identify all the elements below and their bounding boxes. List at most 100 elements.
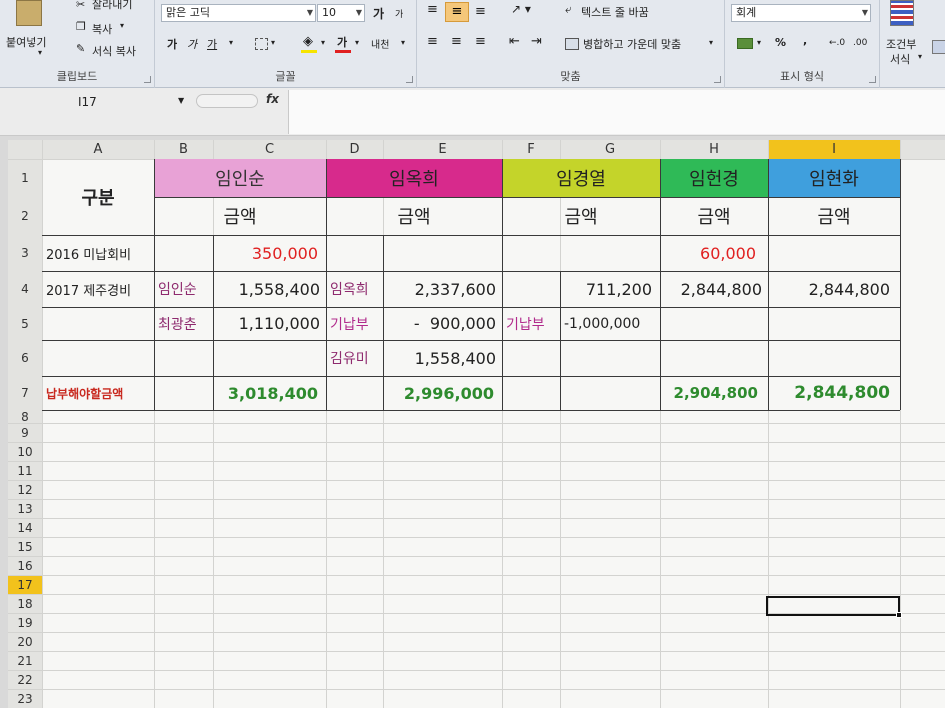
paste-icon[interactable] [16, 0, 42, 26]
cell-c3[interactable]: 350,000 [213, 235, 326, 271]
column-header-i[interactable]: I [768, 140, 900, 159]
column-header-b[interactable]: B [154, 140, 213, 159]
merge-center-button[interactable]: 병합하고 가운데 맞춤 [583, 36, 681, 52]
fill-handle[interactable] [896, 612, 902, 618]
scissors-icon[interactable]: ✂ [76, 0, 85, 11]
conditional-dropdown-icon[interactable]: ▾ [918, 52, 922, 61]
align-left-icon[interactable]: ≡ [427, 34, 438, 49]
row-header-22[interactable]: 22 [8, 670, 42, 689]
row-header-13[interactable]: 13 [8, 499, 42, 518]
conditional-format-button[interactable]: 조건부 [886, 36, 916, 52]
format-painter-button[interactable]: 서식 복사 [92, 43, 136, 59]
cell-a7[interactable]: 납부해야할금액 [42, 376, 154, 410]
cell-a4[interactable]: 2017 제주경비 [42, 271, 154, 307]
phonetic-button[interactable]: 내천 [371, 36, 389, 51]
formula-input[interactable] [288, 90, 945, 134]
align-top-icon[interactable]: ≡ [427, 2, 438, 17]
bold-button[interactable]: 가 [167, 36, 177, 52]
paste-dropdown-icon[interactable]: ▾ [38, 48, 42, 57]
fill-dropdown-icon[interactable]: ▾ [321, 38, 325, 47]
worksheet-grid[interactable]: A B C D E F G H I 1 2 3 4 5 6 7 8 9 10 1… [8, 140, 945, 708]
amount-header-p3[interactable]: 금액 [502, 197, 660, 235]
border-icon[interactable] [255, 38, 268, 50]
copy-dropdown-icon[interactable]: ▾ [120, 21, 124, 30]
cell-b4[interactable]: 임인순 [154, 271, 213, 307]
amount-header-p5[interactable]: 금액 [768, 197, 900, 235]
font-size-select[interactable]: 10 ▼ [317, 4, 365, 22]
cell-f5[interactable]: 기납부 [502, 307, 560, 340]
cell-c4[interactable]: 1,558,400 [213, 271, 326, 307]
decrease-indent-icon[interactable]: ⇤ [509, 34, 520, 49]
row-header-20[interactable]: 20 [8, 632, 42, 651]
percent-button[interactable]: % [775, 36, 786, 49]
active-cell-selection[interactable] [766, 596, 900, 616]
clipboard-launcher-icon[interactable] [144, 76, 151, 83]
fx-icon[interactable]: fx [266, 92, 279, 106]
phonetic-dropdown-icon[interactable]: ▾ [401, 38, 405, 47]
fill-color-icon[interactable]: ◈ [303, 34, 313, 49]
cell-c5[interactable]: 1,110,000 [213, 307, 326, 340]
row-header-16[interactable]: 16 [8, 556, 42, 575]
header-cell-p2[interactable]: 임옥희 [326, 159, 502, 197]
column-header-g[interactable]: G [560, 140, 660, 159]
row-header-6[interactable]: 6 [8, 340, 42, 376]
row-header-17[interactable]: 17 [8, 575, 42, 594]
row-header-5[interactable]: 5 [8, 307, 42, 340]
cell-d4[interactable]: 임옥희 [326, 271, 383, 307]
align-center-icon[interactable]: ≡ [451, 34, 462, 49]
merge-center-icon[interactable] [565, 38, 579, 50]
row-header-19[interactable]: 19 [8, 613, 42, 632]
cut-button[interactable]: 잘라내기 [92, 0, 132, 12]
conditional-format-icon[interactable] [890, 0, 914, 26]
row-header-15[interactable]: 15 [8, 537, 42, 556]
header-cell-p4[interactable]: 임헌경 [660, 159, 768, 197]
column-header-e[interactable]: E [383, 140, 502, 159]
underline-dropdown-icon[interactable]: ▾ [229, 38, 233, 47]
name-box[interactable]: I17 [8, 92, 188, 112]
row-header-18[interactable]: 18 [8, 594, 42, 613]
comma-button[interactable]: , [803, 34, 807, 47]
font-color-dropdown-icon[interactable]: ▾ [355, 38, 359, 47]
cell-h7[interactable]: 2,904,800 [660, 376, 768, 410]
cell-e7[interactable]: 2,996,000 [383, 376, 502, 410]
decrease-decimal-icon[interactable]: .00 [853, 38, 867, 48]
copy-icon[interactable]: ❐ [76, 20, 86, 33]
number-launcher-icon[interactable] [869, 76, 876, 83]
align-right-icon[interactable]: ≡ [475, 34, 486, 49]
cell-e5[interactable]: - 900,000 [383, 307, 502, 340]
amount-header-p1[interactable]: 금액 [154, 197, 326, 235]
italic-button[interactable]: 가 [187, 36, 197, 52]
wrap-text-button[interactable]: 텍스트 줄 바꿈 [581, 4, 649, 20]
align-middle-icon[interactable]: ≡ [445, 2, 469, 22]
number-format-select[interactable]: 회계 ▼ [731, 4, 871, 22]
row-header-3[interactable]: 3 [8, 235, 42, 271]
row-header-7[interactable]: 7 [8, 376, 42, 410]
cell-g5[interactable]: -1,000,000 [560, 307, 660, 340]
alignment-launcher-icon[interactable] [714, 76, 721, 83]
align-bottom-icon[interactable]: ≡ [475, 4, 486, 19]
row-header-9[interactable]: 9 [8, 423, 42, 442]
currency-icon[interactable] [737, 38, 753, 49]
cell-i4[interactable]: 2,844,800 [768, 271, 900, 307]
column-header-j[interactable] [900, 140, 945, 159]
grow-font-button[interactable]: 가 [373, 5, 384, 22]
font-launcher-icon[interactable] [406, 76, 413, 83]
format-painter-icon[interactable]: ✎ [76, 42, 85, 55]
column-header-a[interactable]: A [42, 140, 154, 159]
row-header-2[interactable]: 2 [8, 197, 42, 235]
border-dropdown-icon[interactable]: ▾ [271, 38, 275, 47]
cell-d5[interactable]: 기납부 [326, 307, 383, 340]
row-header-1[interactable]: 1 [8, 159, 42, 197]
name-box-dropdown-icon[interactable]: ▼ [178, 96, 184, 105]
header-cell-p5[interactable]: 임현화 [768, 159, 900, 197]
row-header-4[interactable]: 4 [8, 271, 42, 307]
wrap-text-icon[interactable]: ⤶ [565, 2, 572, 17]
category-header-cell[interactable]: 구분 [42, 159, 154, 235]
cell-d6[interactable]: 김유미 [326, 340, 383, 376]
row-header-12[interactable]: 12 [8, 480, 42, 499]
row-header-14[interactable]: 14 [8, 518, 42, 537]
amount-header-p4[interactable]: 금액 [660, 197, 768, 235]
column-header-d[interactable]: D [326, 140, 383, 159]
cell-e4[interactable]: 2,337,600 [383, 271, 502, 307]
cell-h4[interactable]: 2,844,800 [660, 271, 768, 307]
